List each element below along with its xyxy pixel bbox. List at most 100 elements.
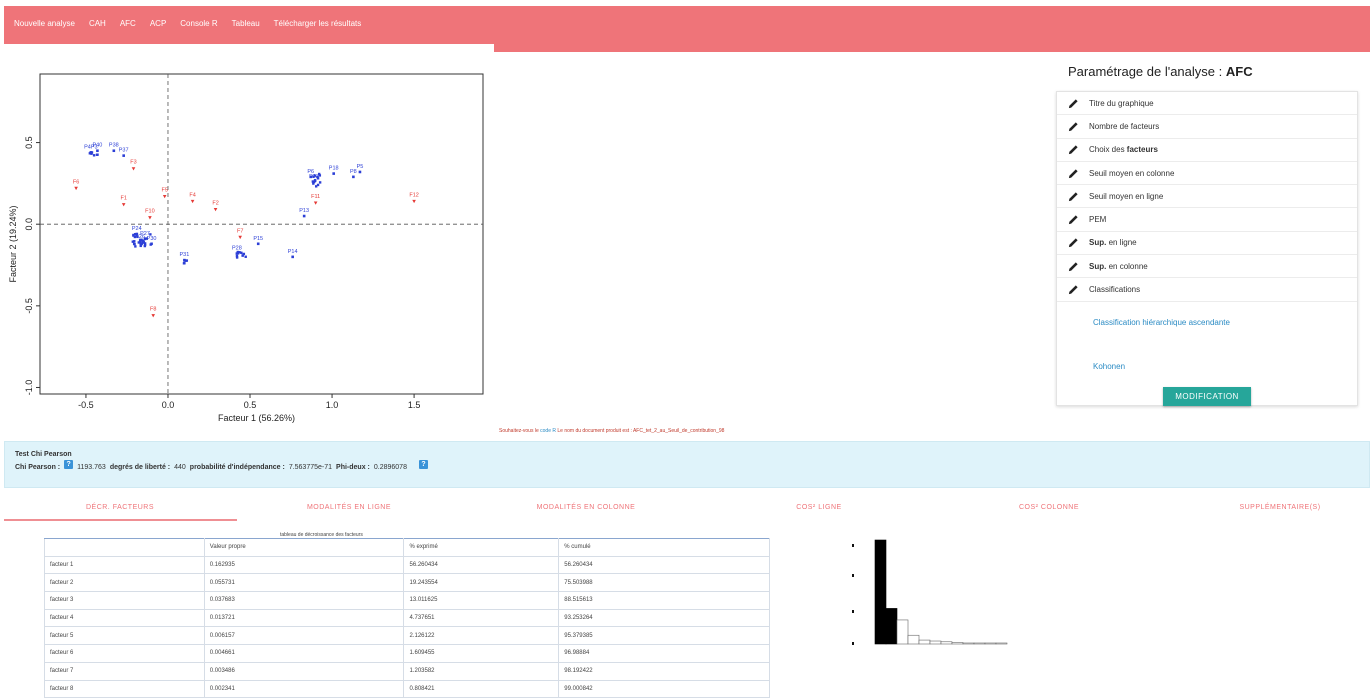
nav-item-nouvelle-analyse[interactable]: Nouvelle analyse bbox=[14, 19, 75, 28]
nav-item-afc[interactable]: AFC bbox=[120, 19, 136, 28]
col-point-marker bbox=[151, 314, 156, 318]
param-row-label: Seuil moyen en colonne bbox=[1089, 169, 1174, 178]
row-cluster-point bbox=[138, 238, 142, 242]
row-point-label: P13 bbox=[299, 208, 309, 214]
param-row-suffix: en ligne bbox=[1106, 238, 1137, 248]
code-r-link[interactable]: code R bbox=[540, 428, 556, 434]
nav-item-acp[interactable]: ACP bbox=[150, 19, 166, 28]
row-point-marker bbox=[291, 255, 294, 259]
y-tick-label: -1.0 bbox=[24, 380, 34, 396]
x-axis-label: Facteur 1 (56.26%) bbox=[218, 413, 295, 423]
scree-bar-5 bbox=[918, 639, 931, 645]
row-cluster-point bbox=[144, 237, 147, 240]
nav-item-cah[interactable]: CAH bbox=[89, 19, 106, 28]
param-row-label: Classifications bbox=[1089, 285, 1140, 294]
row-cluster-point bbox=[312, 175, 315, 178]
col-point-label: F10 bbox=[145, 209, 154, 215]
table-cell: 75.503988 bbox=[558, 573, 770, 593]
tab-5[interactable]: SUPPLÉMENTAIRE(S) bbox=[1200, 504, 1360, 511]
table-cell: 93.253264 bbox=[558, 608, 770, 628]
tab-3[interactable]: COS² LIGNE bbox=[739, 504, 899, 511]
param-title-prefix: Paramétrage de l'analyse : bbox=[1068, 64, 1226, 79]
param-row-4[interactable]: Seuil moyen en ligne bbox=[1057, 185, 1357, 209]
param-row-3[interactable]: Seuil moyen en colonne bbox=[1057, 162, 1357, 186]
navbar-strip bbox=[494, 44, 1370, 52]
col-point-marker bbox=[121, 203, 126, 207]
table-cell: facteur 2 bbox=[44, 573, 205, 593]
row-point-label: P4P3 bbox=[84, 144, 97, 150]
row-cluster-point bbox=[318, 181, 322, 184]
scree-y-tick bbox=[852, 610, 854, 613]
scree-y-tick bbox=[852, 574, 854, 577]
scree-bar-4 bbox=[907, 634, 920, 645]
table-cell: 98.192422 bbox=[558, 661, 770, 681]
param-row-0[interactable]: Titre du graphique bbox=[1057, 92, 1357, 116]
nav-item-tableau[interactable]: Tableau bbox=[232, 19, 260, 28]
scree-bar-7 bbox=[940, 641, 953, 645]
table-header-row: Valeur propre% exprimé% cumulé bbox=[44, 538, 770, 557]
tab-2[interactable]: MODALITÉS EN COLONNE bbox=[506, 504, 666, 511]
scree-bar-10 bbox=[973, 642, 986, 645]
table-cell: 0.002341 bbox=[203, 679, 405, 699]
table-row: facteur 3 0.037683 13.011625 88.515613 bbox=[44, 591, 770, 610]
param-row-8[interactable]: Classifications bbox=[1057, 278, 1357, 302]
table-cell: facteur 5 bbox=[44, 626, 205, 646]
chi-help-icon[interactable]: ? bbox=[64, 460, 74, 469]
link-cah[interactable]: Classification hiérarchique ascendante bbox=[1093, 318, 1230, 327]
param-row-text: Titre du graphique bbox=[1089, 98, 1154, 108]
nav-menu: Nouvelle analyse CAH AFC ACP Console R Tablea… bbox=[14, 19, 361, 28]
param-row-text: Seuil moyen en colonne bbox=[1089, 168, 1175, 178]
pencil-icon bbox=[1067, 144, 1079, 156]
row-cluster-point bbox=[137, 241, 141, 244]
phi-help-icon[interactable]: ? bbox=[418, 460, 428, 469]
tab-4[interactable]: COS² COLONNE bbox=[969, 504, 1129, 511]
table-cell: 56.260434 bbox=[558, 555, 770, 575]
ddl-label: degrés de liberté : bbox=[109, 464, 171, 471]
col-point-label: F3 bbox=[130, 160, 136, 166]
row-point-marker bbox=[302, 214, 306, 218]
code-note: Souhaitez-vous le code R Le nom du docum… bbox=[499, 428, 724, 434]
row-point-marker bbox=[332, 172, 335, 175]
row-cluster-point bbox=[139, 244, 142, 248]
table-cell: 1.203582 bbox=[403, 661, 560, 681]
scree-y-tick bbox=[852, 544, 854, 547]
modification-button[interactable]: MODIFICATION bbox=[1163, 387, 1251, 406]
tab-0[interactable]: DÉCR. FACTEURS bbox=[40, 504, 200, 511]
code-note-filename: Le nom du document produit est : AFC_tet… bbox=[555, 428, 725, 434]
row-point-label: P8 bbox=[350, 169, 357, 175]
table-cell: 13.011625 bbox=[403, 591, 560, 610]
col-point-marker bbox=[213, 208, 218, 212]
param-row-5[interactable]: PEM bbox=[1057, 208, 1357, 232]
row-point-label: P5 bbox=[357, 164, 364, 170]
param-rows: Titre du graphique Nombre de facteurs Choi… bbox=[1057, 92, 1357, 302]
phi-label: Phi-deux : bbox=[336, 464, 370, 471]
row-cluster-point bbox=[311, 180, 315, 183]
row-cluster-point bbox=[236, 252, 240, 255]
nav-item-t-l-charger-les-r-sultats[interactable]: Télécharger les résultats bbox=[274, 19, 362, 28]
x-tick-label: 0.0 bbox=[162, 400, 175, 410]
param-row-7[interactable]: Sup. en colonne bbox=[1057, 255, 1357, 279]
param-row-2[interactable]: Choix des facteurs bbox=[1057, 139, 1357, 162]
chi-line: Chi Pearson : ? 1193.763 degrés de liber… bbox=[15, 460, 428, 472]
table-cell: facteur 7 bbox=[44, 661, 205, 681]
col-point-label: F4 bbox=[189, 192, 195, 198]
param-row-label: Seuil moyen en ligne bbox=[1089, 192, 1163, 201]
col-point-label: F5 bbox=[161, 187, 167, 193]
pencil-icon bbox=[1067, 97, 1079, 109]
table-cell: 19.243554 bbox=[403, 573, 560, 593]
table-cell: facteur 8 bbox=[44, 679, 205, 699]
row-cluster-point bbox=[149, 243, 152, 246]
y-tick-label: 0.0 bbox=[24, 218, 34, 231]
nav-item-console-r[interactable]: Console R bbox=[180, 19, 217, 28]
row-cluster-point bbox=[95, 153, 99, 156]
table-cell: 4.737651 bbox=[403, 608, 560, 628]
tab-1[interactable]: MODALITÉS EN LIGNE bbox=[269, 504, 429, 511]
table-row: facteur 8 0.002341 0.808421 99.000842 bbox=[44, 679, 770, 699]
param-row-6[interactable]: Sup. en ligne bbox=[1057, 232, 1357, 256]
param-row-1[interactable]: Nombre de facteurs bbox=[1057, 115, 1357, 139]
col-point-label: F12 bbox=[409, 192, 418, 198]
pencil-icon bbox=[1067, 237, 1079, 249]
link-kohonen[interactable]: Kohonen bbox=[1093, 362, 1125, 371]
table-cell: 0.162935 bbox=[203, 555, 405, 575]
param-row-text: Choix des bbox=[1089, 145, 1127, 155]
